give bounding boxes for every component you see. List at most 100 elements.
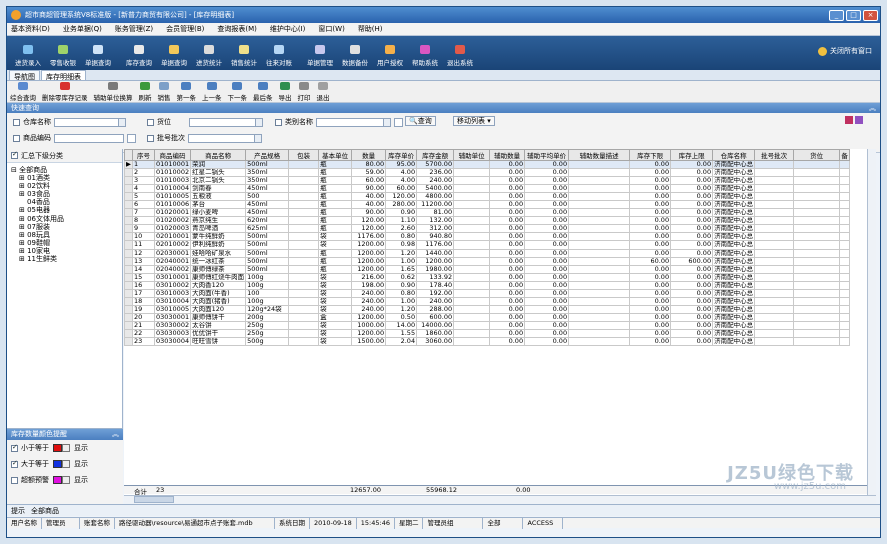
table-row[interactable]: 22 03030003 优优饼干 250g 袋 1200.00 1.55 1860.00 0.0…	[124, 328, 851, 339]
column-header[interactable]: 库存上限	[670, 149, 714, 161]
location-checkbox[interactable]	[147, 118, 154, 126]
tab-tips[interactable]: 提示	[11, 506, 25, 516]
refresh-button[interactable]: 刷新	[139, 81, 152, 102]
column-header[interactable]: 库存下限	[629, 149, 672, 161]
max-color-swatch[interactable]	[53, 460, 62, 468]
column-header[interactable]: 包装	[288, 149, 320, 161]
table-row[interactable]: 17 03010003 大肉面(牛香) 100 袋 240.00 0.80 192.00 0.0…	[124, 288, 851, 298]
close-button[interactable]: ×	[863, 9, 878, 21]
category-browse-button[interactable]	[394, 117, 403, 127]
column-header[interactable]: 库存金额	[416, 149, 455, 161]
table-row[interactable]: 9 01020003 青岛啤酒 625ml 瓶 120.00 2.60 312.00 0.00 0…	[124, 224, 851, 234]
table-row[interactable]: 16 03010002 大肉香120 100g 袋 198.00 0.90 178.40 0.0…	[124, 280, 851, 290]
product-checkbox[interactable]	[13, 134, 20, 142]
horizontal-scrollbar[interactable]	[124, 495, 876, 504]
stock-query-button[interactable]: 库存查询	[122, 45, 156, 67]
column-header[interactable]: 商品名称	[190, 149, 247, 161]
max-color-dropdown[interactable]	[62, 460, 70, 468]
collapse-icon[interactable]: ︽	[869, 103, 876, 113]
reconcile-button[interactable]: 往来对账	[262, 45, 296, 67]
tree-item[interactable]: ⊞ 05电器	[11, 206, 118, 214]
combined-query-button[interactable]: 综合查询	[10, 81, 36, 102]
tab-all-products[interactable]: 全部商品	[31, 506, 59, 516]
product-input[interactable]	[54, 133, 124, 143]
tree-item[interactable]: ⊞ 10家电	[11, 247, 118, 255]
delete-zero-button[interactable]: 删除零库存记录	[42, 81, 88, 102]
table-row[interactable]: 19 03010005 大肉面120 120g*24袋 袋 240.00 1.20 288.0…	[124, 304, 851, 314]
menu-window[interactable]: 窗口(W)	[318, 24, 344, 34]
warehouse-select[interactable]	[54, 117, 126, 127]
menu-help[interactable]: 帮助(H)	[358, 24, 383, 34]
purchase-stat-button[interactable]: 进货统计	[192, 45, 226, 67]
table-row[interactable]: 2 01010002 红星二锅头 350ml 瓶 59.00 4.00 236.00 0.00 0…	[124, 168, 851, 178]
pos-button[interactable]: 零售收银	[46, 45, 80, 67]
scroll-thumb[interactable]	[134, 496, 174, 503]
column-header[interactable]: 数量	[351, 149, 387, 161]
sales-stat-button[interactable]: 销售统计	[227, 45, 261, 67]
minimize-button[interactable]: _	[829, 9, 844, 21]
column-header[interactable]: 商品编码	[153, 149, 192, 161]
tree-item[interactable]: ⊟ 全部商品	[11, 166, 118, 174]
menu-maintenance[interactable]: 维护中心(I)	[270, 24, 306, 34]
settings-icon[interactable]	[855, 116, 863, 124]
table-row[interactable]: 3 01010003 北京二锅头 350ml 瓶 60.00 4.00 240.00 0.00 0…	[124, 176, 851, 186]
next-button[interactable]: 下一条	[228, 81, 247, 102]
tree-item[interactable]: ⊞ 09鞋帽	[11, 239, 118, 247]
product-browse-button[interactable]	[127, 133, 136, 143]
category-select[interactable]	[316, 117, 391, 127]
table-row[interactable]: 21 03030002 太谷饼 250g 袋 1000.00 14.00 14000.00 0.…	[124, 320, 851, 330]
vertical-scrollbar[interactable]	[867, 149, 876, 495]
menu-accounts[interactable]: 账务管理(Z)	[115, 24, 153, 34]
column-header[interactable]: 库存单价	[385, 149, 418, 161]
column-header[interactable]: 序号	[132, 149, 155, 161]
menu-docs[interactable]: 业务单据(Q)	[63, 24, 102, 34]
print-button[interactable]: 打印	[298, 81, 311, 102]
location-select[interactable]	[189, 117, 263, 127]
table-row[interactable]: 6 01010006 茅台 450ml 瓶 40.00 280.00 11200.00 0.00…	[124, 200, 851, 210]
table-row[interactable]: 10 02010001 蒙牛纯鲜奶 500ml 袋 1176.00 0.80 940.80 0.…	[124, 232, 851, 242]
table-row[interactable]: 20 03030001 康师傅饼干 200g 盒 1200.00 0.50 600.00 0.0…	[124, 312, 851, 322]
table-row[interactable]: 14 02040002 康师傅绿茶 500ml 瓶 1200.00 1.65 1980.00 0…	[124, 264, 851, 274]
table-row[interactable]: ▶ 1 01010001 荣润 500ml 瓶 80.00 95.00 5700.00 0.00 0…	[124, 159, 851, 170]
tab-nav[interactable]: 导航图	[9, 70, 40, 81]
exit-system-button[interactable]: 退出系统	[443, 45, 477, 67]
tree-item[interactable]: ⊞ 07服装	[11, 223, 118, 231]
help-button[interactable]: 帮助系统	[408, 45, 442, 67]
table-row[interactable]: 8 01020002 燕京纯生 620ml 瓶 120.00 1.10 132.00 0.00 0…	[124, 216, 851, 226]
purchase-entry-button[interactable]: 进货录入	[11, 45, 45, 67]
doc-query-button[interactable]: 单据查询	[81, 45, 115, 67]
table-row[interactable]: 18 03010004 大肉面(猪香) 100g 袋 240.00 1.00 240.00 0.…	[124, 296, 851, 306]
over-color-swatch[interactable]	[53, 476, 62, 484]
query-button[interactable]: 🔍查询	[405, 116, 436, 126]
menu-reports[interactable]: 查询报表(M)	[217, 24, 257, 34]
over-checkbox[interactable]	[11, 476, 18, 484]
max-checkbox[interactable]	[11, 459, 18, 468]
tree-item[interactable]: ⊞ 08玩具	[11, 231, 118, 239]
table-row[interactable]: 7 01020001 绿小麦啤 450ml 瓶 90.00 0.90 81.00 0.00 0.0…	[124, 208, 851, 218]
close-all-windows-button[interactable]: 关闭所有窗口	[818, 46, 872, 56]
first-button[interactable]: 第一条	[177, 81, 196, 102]
doc-query2-button[interactable]: 单据查询	[157, 45, 191, 67]
aux-unit-button[interactable]: 辅助单位换算	[94, 81, 133, 102]
over-color-dropdown[interactable]	[62, 476, 70, 484]
sale-button[interactable]: 销售	[158, 81, 171, 102]
tree-item[interactable]: ⊞ 06文体用品	[11, 215, 118, 223]
column-header[interactable]: 辅助数量描述	[568, 149, 631, 161]
min-color-dropdown[interactable]	[62, 444, 70, 452]
tab-stock-detail[interactable]: 库存明细表	[41, 70, 86, 81]
column-header[interactable]: 产品规格	[245, 149, 290, 161]
exit-button[interactable]: 退出	[317, 81, 330, 102]
column-header[interactable]: 备	[839, 149, 851, 161]
menu-basic[interactable]: 基本资料(D)	[11, 24, 50, 34]
tree-item[interactable]: ⊞ 11生鲜类	[11, 255, 118, 263]
column-header[interactable]: 仓库名称	[712, 149, 756, 161]
category-checkbox[interactable]	[275, 118, 282, 126]
backup-button[interactable]: 数据备份	[338, 45, 372, 67]
batch-checkbox[interactable]	[147, 134, 154, 142]
tree-item[interactable]: ⊞ 01酒类	[11, 174, 118, 182]
min-checkbox[interactable]	[11, 443, 18, 452]
column-header[interactable]: 批号批次	[754, 149, 795, 161]
table-row[interactable]: 13 02040001 统一冰红茶 500ml 瓶 1200.00 1.00 1200.00 0…	[124, 256, 851, 266]
batch-select[interactable]	[188, 133, 262, 143]
last-button[interactable]: 最后条	[253, 81, 273, 102]
